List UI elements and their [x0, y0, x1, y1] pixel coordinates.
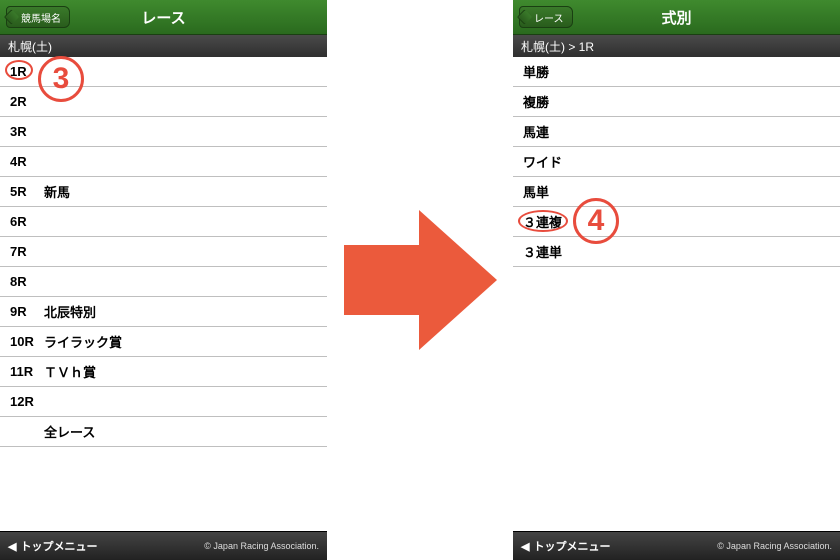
race-name: ＴＶｈ賞: [44, 362, 96, 381]
breadcrumb-text: 札幌(土): [8, 38, 52, 55]
race-list: 1R2R3R4R5R新馬6R7R8R9R北辰特別10Rライラック賞11RＴＶｈ賞…: [0, 57, 327, 531]
header: レース 式別: [513, 0, 840, 35]
footer-copyright: © Japan Racing Association.: [204, 541, 319, 551]
back-triangle-icon: ◀: [521, 540, 529, 553]
bet-type-row[interactable]: 単勝: [513, 57, 840, 87]
race-row[interactable]: 4R: [0, 147, 327, 177]
race-number: 11R: [10, 364, 44, 379]
bet-type-label: ３連単: [523, 242, 562, 261]
back-triangle-icon: ◀: [8, 540, 16, 553]
footer-top-menu-label: トップメニュー: [20, 538, 97, 554]
bet-type-list: 単勝複勝馬連ワイド馬単３連複３連単: [513, 57, 840, 531]
callout-highlight-3renpuku: [518, 210, 568, 232]
footer: ◀ トップメニュー © Japan Racing Association.: [513, 531, 840, 560]
back-button[interactable]: レース: [519, 6, 573, 28]
bet-type-label: 馬連: [523, 122, 549, 141]
breadcrumb: 札幌(土): [0, 35, 327, 57]
callout-circle-3: 3: [38, 56, 84, 102]
footer-copyright: © Japan Racing Association.: [717, 541, 832, 551]
breadcrumb: 札幌(土) > 1R: [513, 35, 840, 57]
race-number: 10R: [10, 334, 44, 349]
race-number: 7R: [10, 244, 44, 259]
screen-bet-type: レース 式別 札幌(土) > 1R 単勝複勝馬連ワイド馬単３連複３連単 ◀ トッ…: [513, 0, 840, 560]
race-row[interactable]: 5R新馬: [0, 177, 327, 207]
race-name: ライラック賞: [44, 332, 122, 351]
screen-race-list: 競馬場名 レース 札幌(土) 1R2R3R4R5R新馬6R7R8R9R北辰特別1…: [0, 0, 327, 560]
footer-top-menu[interactable]: ◀ トップメニュー: [521, 538, 610, 554]
back-button[interactable]: 競馬場名: [6, 6, 70, 28]
callout-highlight-1r: [5, 60, 33, 80]
back-button-label: レース: [534, 10, 564, 25]
bet-type-row[interactable]: 複勝: [513, 87, 840, 117]
race-name: 新馬: [44, 182, 70, 201]
race-number: 6R: [10, 214, 44, 229]
race-number: 3R: [10, 124, 44, 139]
bet-type-row[interactable]: ３連単: [513, 237, 840, 267]
race-row[interactable]: 11RＴＶｈ賞: [0, 357, 327, 387]
bet-type-row[interactable]: 馬単: [513, 177, 840, 207]
race-number: 12R: [10, 394, 44, 409]
footer-top-menu-label: トップメニュー: [533, 538, 610, 554]
race-number: 8R: [10, 274, 44, 289]
callout-3-label: 3: [53, 62, 70, 96]
header-title: レース: [141, 7, 185, 28]
footer: ◀ トップメニュー © Japan Racing Association.: [0, 531, 327, 560]
race-row[interactable]: 全レース: [0, 417, 327, 447]
race-number: 2R: [10, 94, 44, 109]
header-title: 式別: [661, 7, 691, 28]
bet-type-row[interactable]: 馬連: [513, 117, 840, 147]
race-row[interactable]: 8R: [0, 267, 327, 297]
callout-circle-4: 4: [573, 198, 619, 244]
race-row[interactable]: 10Rライラック賞: [0, 327, 327, 357]
back-button-label: 競馬場名: [21, 10, 61, 25]
footer-top-menu[interactable]: ◀ トップメニュー: [8, 538, 97, 554]
race-row[interactable]: 9R北辰特別: [0, 297, 327, 327]
race-row[interactable]: 12R: [0, 387, 327, 417]
breadcrumb-text: 札幌(土) > 1R: [521, 38, 594, 55]
race-row[interactable]: 6R: [0, 207, 327, 237]
race-row[interactable]: 3R: [0, 117, 327, 147]
race-row[interactable]: 7R: [0, 237, 327, 267]
bet-type-label: 馬単: [523, 182, 549, 201]
race-number: 4R: [10, 154, 44, 169]
bet-type-label: 単勝: [523, 62, 549, 81]
race-number: 5R: [10, 184, 44, 199]
bet-type-label: 複勝: [523, 92, 549, 111]
race-number: 9R: [10, 304, 44, 319]
race-name: 全レース: [44, 422, 95, 441]
race-name: 北辰特別: [44, 302, 96, 321]
bet-type-row[interactable]: ワイド: [513, 147, 840, 177]
callout-4-label: 4: [588, 204, 605, 238]
flow-arrow-icon: [344, 210, 494, 350]
bet-type-label: ワイド: [523, 152, 562, 171]
header: 競馬場名 レース: [0, 0, 327, 35]
